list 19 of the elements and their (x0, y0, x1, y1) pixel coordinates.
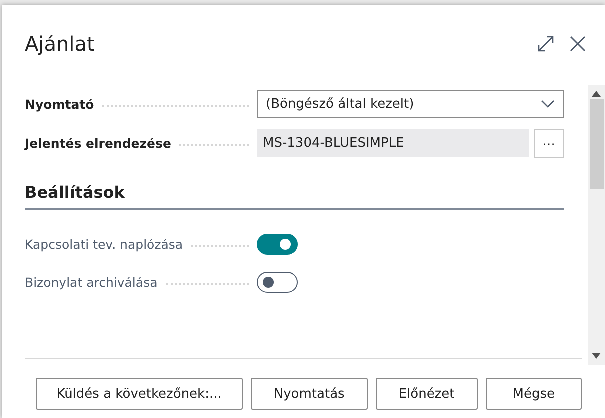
scroll-down-icon[interactable] (592, 353, 601, 359)
toggle-switch[interactable] (257, 234, 298, 254)
dialog-title: Ajánlat (25, 32, 96, 56)
dialog-button[interactable]: Küldés a következőnek:... (36, 378, 243, 410)
field-label: Jelentés elrendezése (25, 136, 172, 150)
lookup-button[interactable]: ··· (534, 128, 564, 158)
dialog-button[interactable]: Nyomtatás (250, 378, 368, 410)
option-label: Kapcsolati tev. naplózása (25, 236, 184, 252)
field-label: Nyomtató (25, 96, 94, 112)
printer-dropdown[interactable]: (Böngésző által kezelt) (257, 90, 564, 118)
layout-field[interactable]: MS-1304-BLUESIMPLE (257, 129, 529, 157)
scroll-up-icon[interactable] (592, 91, 601, 97)
toggle-switch[interactable] (257, 272, 298, 292)
option-label: Bizonylat archiválása (25, 274, 158, 290)
scrollbar[interactable] (588, 85, 605, 365)
dialog-button[interactable]: Előnézet (376, 378, 478, 410)
chevron-down-icon (541, 100, 555, 108)
section-title: Beállítások (25, 183, 125, 202)
dialog-button[interactable]: Mégse (486, 378, 582, 410)
